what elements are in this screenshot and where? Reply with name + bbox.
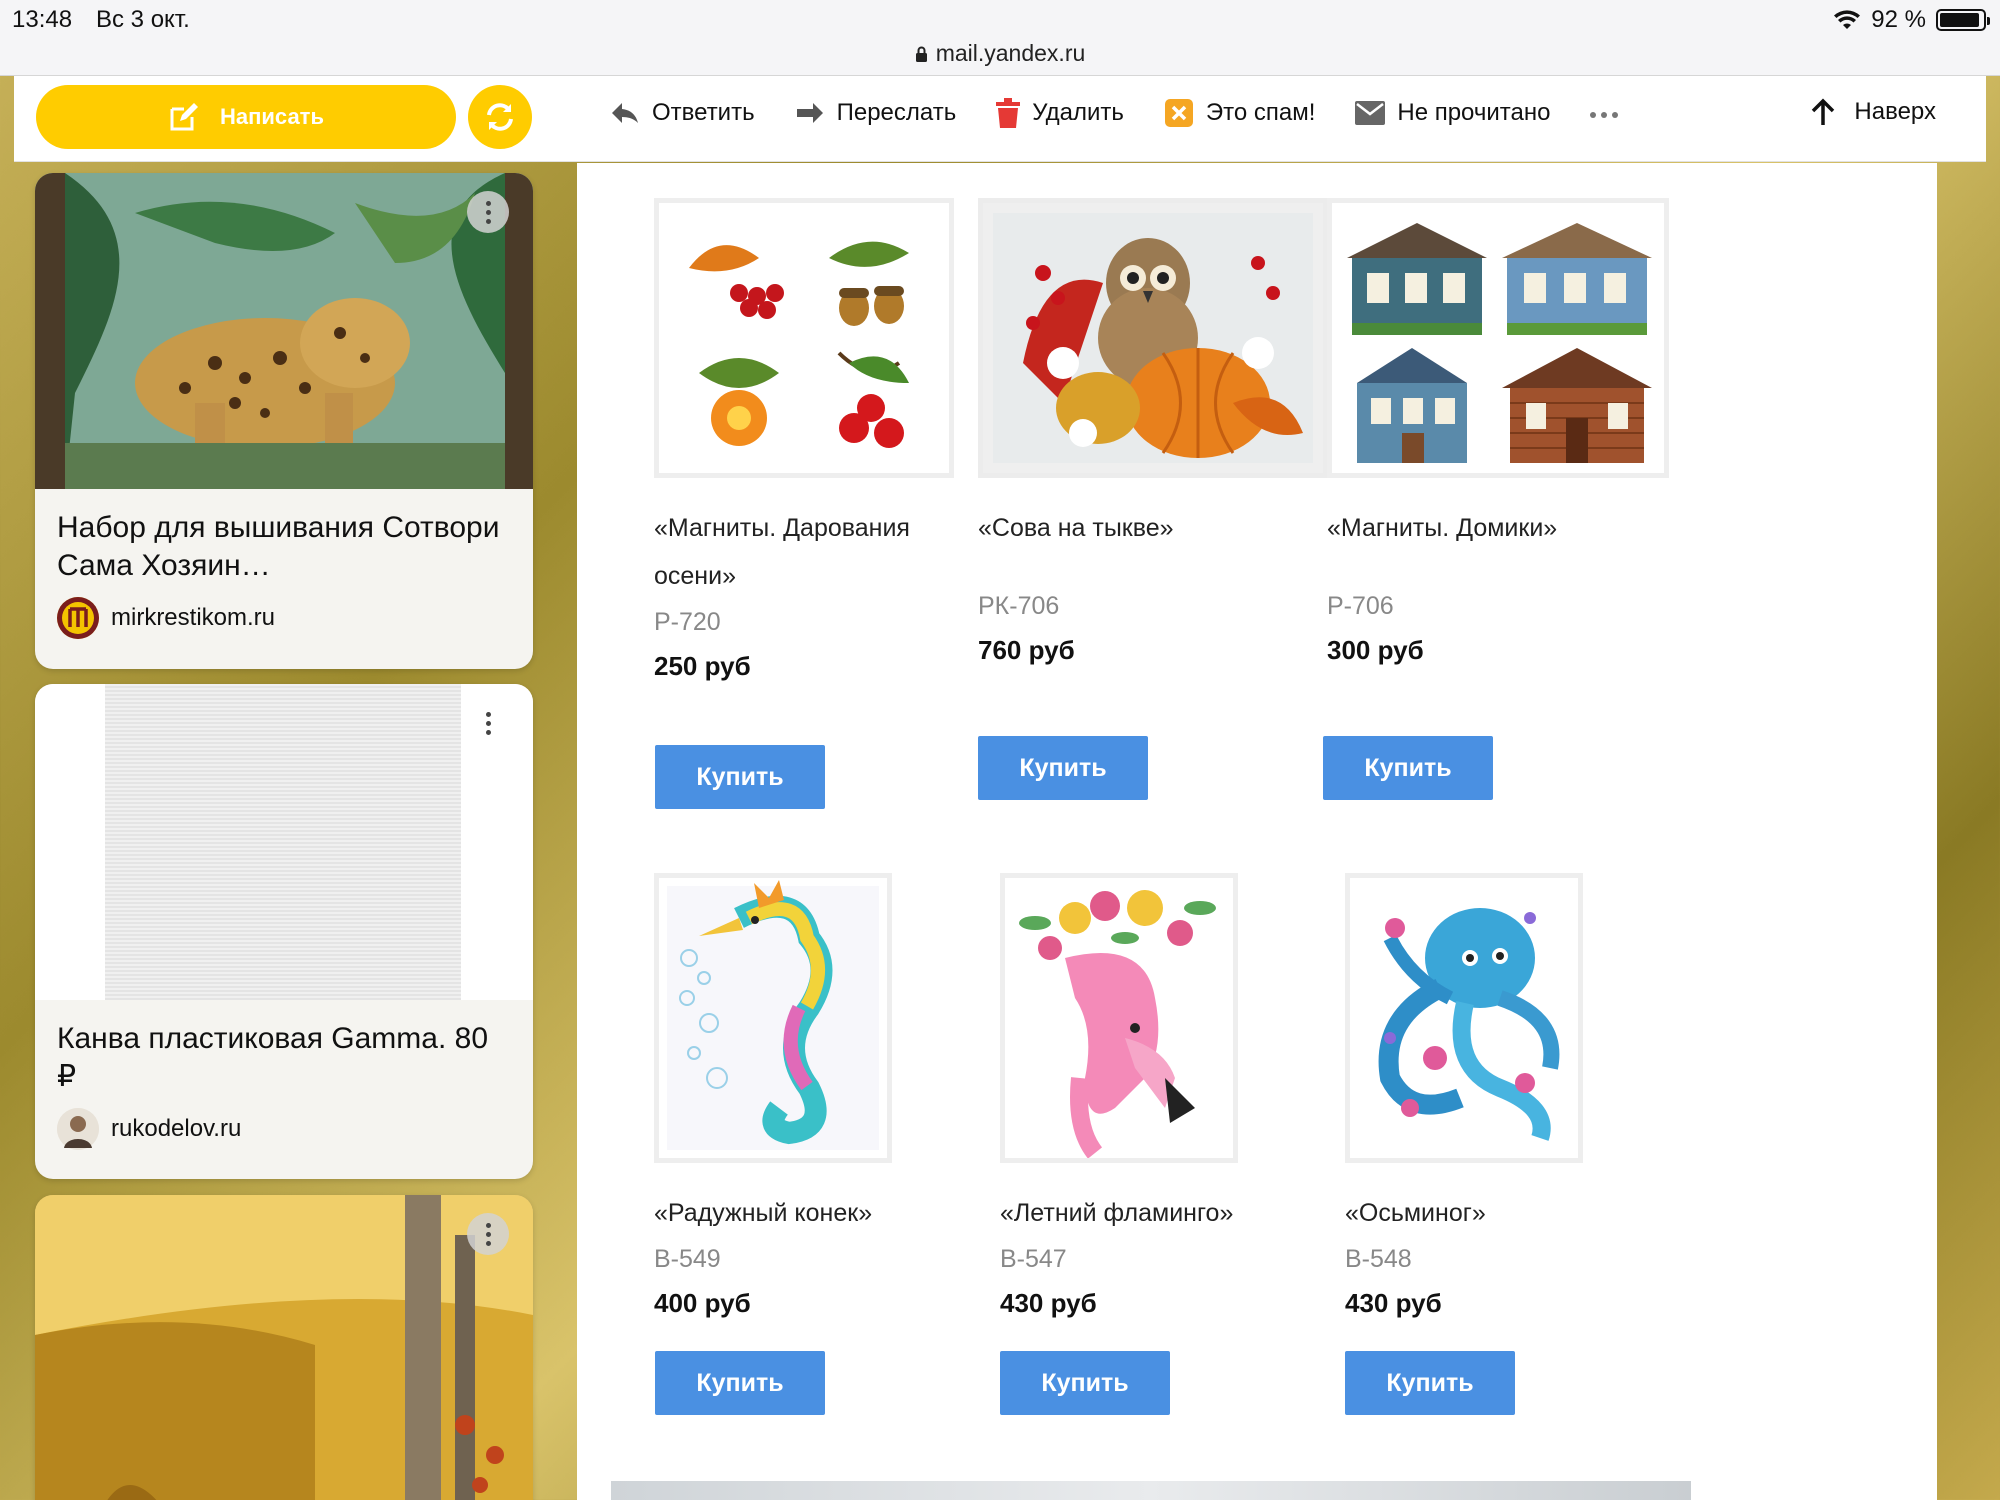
ad-image <box>35 684 533 1000</box>
reply-label: Ответить <box>652 99 755 126</box>
ad-image <box>35 173 533 489</box>
product-card: «Магниты. Домики» Р-706 300 руб <box>1327 198 1669 666</box>
product-name: «Магниты. Домики» <box>1327 514 1558 542</box>
product-price: 400 руб <box>654 1288 751 1318</box>
buy-button[interactable]: Купить <box>1323 736 1493 800</box>
mail-body: «Магниты. Дарования осени» Р-720 250 руб… <box>577 163 1937 1500</box>
ad-source[interactable]: mirkrestikom.ru <box>35 585 533 639</box>
status-right: 92 % <box>1833 6 1990 34</box>
arrow-up-icon <box>1812 98 1835 125</box>
message-actions: Ответить Переслать Удалить Это спам! Не … <box>610 98 1619 128</box>
product-price: 430 руб <box>1000 1288 1097 1318</box>
product-code: Р-706 <box>1327 592 1394 620</box>
product-code: В-548 <box>1345 1245 1412 1273</box>
scroll-top-label: Наверх <box>1854 98 1936 125</box>
product-image[interactable] <box>1345 873 1583 1163</box>
buy-button[interactable]: Купить <box>655 745 825 809</box>
pencil-icon <box>170 103 198 131</box>
url-text: mail.yandex.ru <box>935 40 1086 66</box>
delete-button[interactable]: Удалить <box>996 98 1124 128</box>
product-price: 760 руб <box>978 635 1075 665</box>
product-name: «Сова на тыкве» <box>978 514 1174 542</box>
product-code: Р-720 <box>654 608 721 636</box>
trash-icon <box>996 98 1021 128</box>
compose-button[interactable]: Написать <box>36 85 456 149</box>
envelope-icon <box>1355 101 1386 125</box>
product-image[interactable] <box>654 873 892 1163</box>
dot-icon <box>1601 112 1608 118</box>
unread-button[interactable]: Не прочитано <box>1355 99 1550 127</box>
rukodelov-avatar-icon <box>57 1108 99 1150</box>
ad-title: Набор для вышивания Сотвори Сама Хозяин… <box>57 511 500 582</box>
ad-card[interactable]: Набор для вышивания Сотвори Сама Хозяин…… <box>35 173 533 669</box>
product-name: «Осьминог» <box>1345 1199 1486 1227</box>
reply-icon <box>612 103 638 123</box>
forward-icon <box>796 103 823 123</box>
ad-title: Канва пластиковая Gamma. 80 ₽ <box>57 1022 489 1093</box>
ad-menu-button[interactable] <box>467 191 509 233</box>
buy-button[interactable]: Купить <box>1000 1351 1170 1415</box>
product-image[interactable] <box>654 198 954 478</box>
mail-toolbar: Написать Ответить Переслать Удалить Это … <box>14 76 1986 162</box>
battery-percent: 92 % <box>1871 6 1926 33</box>
more-button[interactable] <box>1590 108 1619 118</box>
spam-label: Это спам! <box>1205 99 1316 126</box>
buy-button[interactable]: Купить <box>655 1351 825 1415</box>
product-name: «Магниты. Дарования осени» <box>654 514 910 590</box>
scroll-top-button[interactable]: Наверх <box>1810 98 1936 126</box>
delete-label: Удалить <box>1032 99 1124 126</box>
product-price: 430 руб <box>1345 1288 1442 1318</box>
product-code: В-549 <box>654 1245 721 1273</box>
spam-icon <box>1164 99 1193 127</box>
battery-icon <box>1936 9 1990 31</box>
product-code: В-547 <box>1000 1245 1067 1273</box>
product-name: «Летний фламинго» <box>1000 1199 1234 1227</box>
product-image[interactable] <box>1327 198 1669 478</box>
product-image[interactable] <box>1000 873 1238 1163</box>
product-card: «Осьминог» В-548 430 руб <box>1345 873 1645 1319</box>
status-bar: 13:48 Вс 3 окт. mail.yandex.ru 92 % <box>0 0 2000 76</box>
dot-icon <box>1612 112 1619 118</box>
dot-icon <box>1590 112 1597 118</box>
ad-source-label: rukodelov.ru <box>111 1115 242 1142</box>
product-code: РК-706 <box>978 592 1060 620</box>
product-image[interactable] <box>978 198 1328 478</box>
product-card: «Сова на тыкве» РК-706 760 руб <box>978 198 1328 666</box>
ad-card[interactable]: Канва пластиковая Gamma. 80 ₽ rukodelov.… <box>35 684 533 1179</box>
compose-label: Написать <box>220 104 324 129</box>
status-time: 13:48 <box>12 6 73 33</box>
forward-button[interactable]: Переслать <box>795 99 957 127</box>
mirkrestikom-logo-icon <box>57 597 99 639</box>
unread-label: Не прочитано <box>1397 99 1551 126</box>
status-date: Вс 3 окт. <box>96 6 190 33</box>
next-banner-image <box>611 1481 1691 1500</box>
reply-button[interactable]: Ответить <box>610 99 755 127</box>
wifi-icon <box>1834 10 1861 29</box>
product-price: 250 руб <box>654 651 751 681</box>
refresh-button[interactable] <box>468 85 532 149</box>
buy-button[interactable]: Купить <box>978 736 1148 800</box>
product-name: «Радужный конек» <box>654 1199 873 1227</box>
buy-button[interactable]: Купить <box>1345 1351 1515 1415</box>
product-card: «Радужный конек» В-549 400 руб <box>654 873 954 1319</box>
spam-button[interactable]: Это спам! <box>1164 98 1316 128</box>
product-card: «Летний фламинго» В-547 430 руб <box>1000 873 1300 1319</box>
ad-card[interactable] <box>35 1195 533 1500</box>
ad-menu-button[interactable] <box>467 1213 509 1255</box>
refresh-icon <box>487 103 513 131</box>
product-card: «Магниты. Дарования осени» Р-720 250 руб <box>654 198 954 682</box>
ad-source[interactable]: rukodelov.ru <box>35 1096 533 1150</box>
forward-label: Переслать <box>836 99 957 126</box>
product-price: 300 руб <box>1327 635 1424 665</box>
ad-source-label: mirkrestikom.ru <box>111 604 276 631</box>
ad-menu-button[interactable] <box>467 702 509 744</box>
address-bar[interactable]: mail.yandex.ru <box>0 40 2000 67</box>
ad-image <box>35 1195 533 1500</box>
lock-icon <box>915 46 927 62</box>
